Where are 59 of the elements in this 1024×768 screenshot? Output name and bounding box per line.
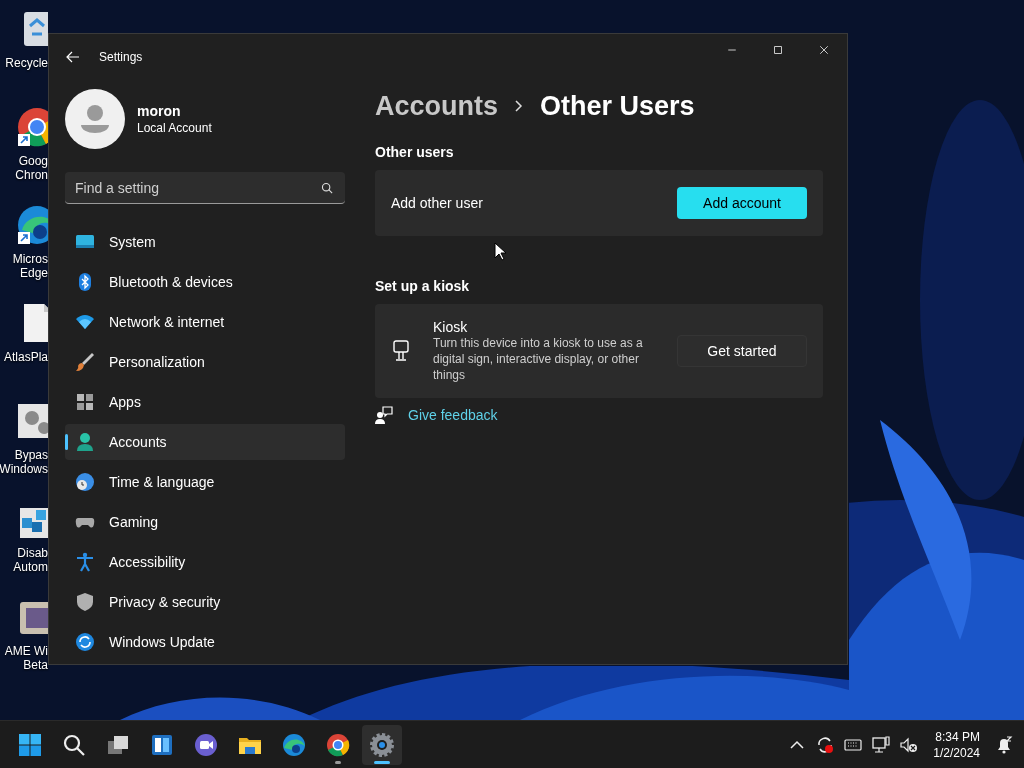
sync-icon[interactable] bbox=[815, 734, 836, 755]
nav-item[interactable]: System bbox=[65, 224, 345, 260]
avatar-icon[interactable] bbox=[65, 89, 125, 149]
close-icon[interactable] bbox=[818, 44, 830, 56]
search-icon bbox=[321, 182, 333, 194]
nav-item[interactable]: Privacy & security bbox=[65, 584, 345, 620]
page-title: Other Users bbox=[540, 90, 695, 122]
search-field[interactable]: Find a setting bbox=[65, 172, 345, 204]
back-button[interactable] bbox=[65, 49, 81, 65]
nav-item[interactable]: Gaming bbox=[65, 504, 345, 540]
account-type: Local Account bbox=[137, 121, 212, 135]
nav-item[interactable]: Accounts bbox=[65, 424, 345, 460]
maximize-icon[interactable] bbox=[772, 44, 784, 56]
nav-item[interactable]: Apps bbox=[65, 384, 345, 420]
desktop-icon-label[interactable]: AtlasPla bbox=[3, 350, 48, 364]
mouse-cursor-icon bbox=[494, 242, 506, 261]
nav-item[interactable]: Accessibility bbox=[65, 544, 345, 580]
section-heading: Other users bbox=[375, 144, 455, 160]
running-indicator bbox=[374, 760, 390, 764]
card-description: Turn this device into a kiosk to use as a digital sign, interactive display, or other things bbox=[433, 335, 644, 383]
nav-item[interactable]: Network & internet bbox=[65, 304, 345, 340]
user-name: moron bbox=[137, 103, 182, 119]
person-icon bbox=[75, 432, 95, 452]
desktop-icon-label[interactable]: Disab Autom bbox=[13, 546, 48, 574]
apps-grid-icon bbox=[75, 392, 95, 412]
desktop-icon-label[interactable]: AME Wi Beta bbox=[4, 644, 48, 672]
primary-button[interactable]: Add account bbox=[677, 187, 807, 219]
video-chat-icon[interactable] bbox=[193, 731, 219, 758]
desktop-icon-label[interactable]: Bypas Windows bbox=[0, 448, 48, 476]
secondary-button[interactable]: Get started bbox=[677, 335, 807, 367]
paintbrush-icon bbox=[75, 352, 95, 372]
nav-item[interactable]: Time & language bbox=[65, 464, 345, 500]
taskbar-button[interactable] bbox=[362, 724, 402, 765]
feedback-link[interactable]: Give feedback bbox=[408, 407, 498, 423]
desktop-icon-label[interactable]: Recycle bbox=[5, 56, 48, 70]
desktop-icon-label[interactable]: Goog Chron bbox=[15, 154, 48, 182]
start-icon[interactable] bbox=[17, 731, 43, 758]
browser-icon[interactable] bbox=[325, 731, 351, 758]
globe-clock-icon bbox=[75, 472, 95, 492]
sync-icon bbox=[75, 632, 95, 652]
card-title: Add other user bbox=[391, 195, 484, 211]
window-title: Settings bbox=[99, 50, 144, 64]
breadcrumb-link[interactable]: Accounts bbox=[375, 90, 499, 122]
section-heading: Set up a kiosk bbox=[375, 278, 471, 294]
accessibility-icon bbox=[75, 552, 95, 572]
nav-item[interactable]: Personalization bbox=[65, 344, 345, 380]
clock-time[interactable]: 8:34 PM bbox=[935, 728, 980, 745]
nav-item[interactable]: Windows Update bbox=[65, 624, 345, 660]
kiosk-icon bbox=[391, 340, 411, 362]
shield-icon bbox=[75, 592, 95, 612]
clock-date[interactable]: 1/2/2024 bbox=[933, 744, 980, 761]
running-indicator bbox=[335, 760, 341, 764]
card-title: Kiosk bbox=[433, 319, 469, 335]
monitor-icon[interactable] bbox=[871, 734, 892, 755]
gear-icon[interactable] bbox=[369, 731, 395, 758]
nav-item[interactable]: Bluetooth & devices bbox=[65, 264, 345, 300]
feedback-icon bbox=[375, 406, 393, 424]
browser-icon[interactable] bbox=[281, 731, 307, 758]
desktop-icon-label[interactable]: Micros Edge bbox=[12, 252, 48, 280]
